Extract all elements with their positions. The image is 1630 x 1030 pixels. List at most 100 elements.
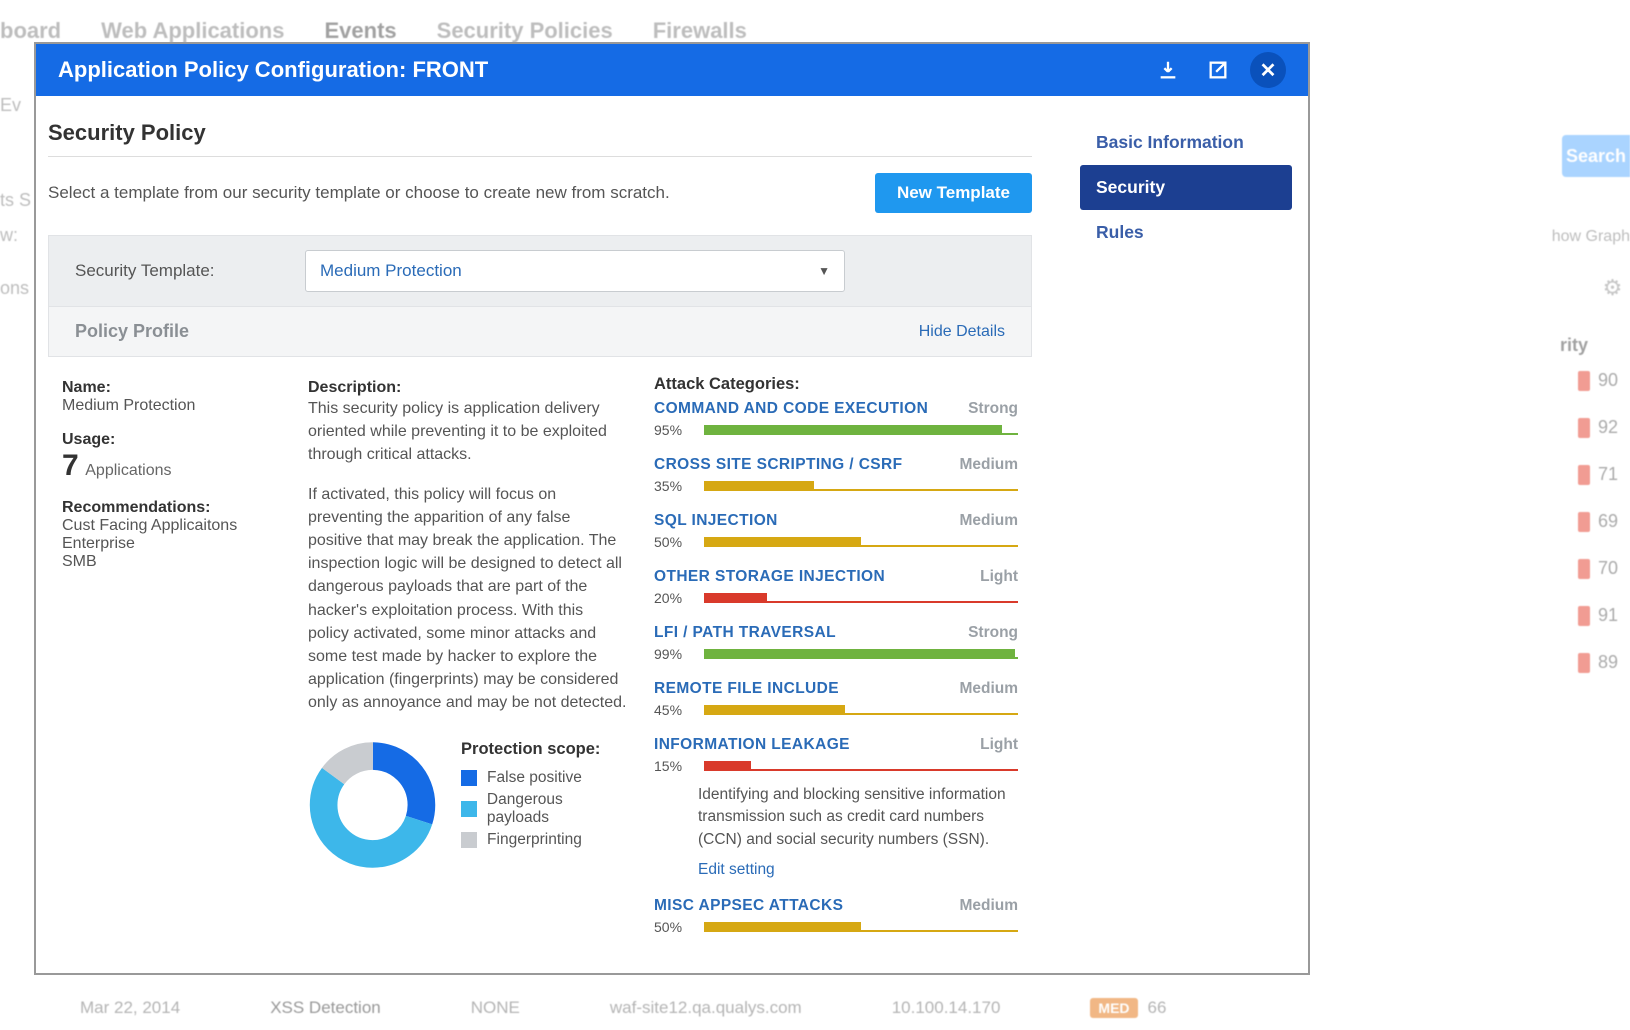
download-icon[interactable] bbox=[1150, 52, 1186, 88]
bg-severity-row: 90 bbox=[1530, 370, 1630, 391]
modal-side-nav: Basic InformationSecurityRules bbox=[1072, 96, 1308, 973]
bg-sev-value: 69 bbox=[1598, 511, 1618, 532]
sidenav-item-security[interactable]: Security bbox=[1080, 165, 1292, 210]
bg-tab: board bbox=[0, 18, 61, 44]
legend-swatch bbox=[461, 770, 477, 786]
attack-category-pct: 45% bbox=[654, 702, 692, 718]
bg-date: Mar 22, 2014 bbox=[80, 998, 180, 1018]
edit-setting-link[interactable]: Edit setting bbox=[698, 861, 1018, 879]
bg-severity-rows: 90927169709189 bbox=[1530, 370, 1630, 673]
new-template-button[interactable]: New Template bbox=[875, 173, 1032, 213]
description-paragraph: This security policy is application deli… bbox=[308, 397, 628, 467]
bg-severity-row: 70 bbox=[1530, 558, 1630, 579]
attack-category-name[interactable]: INFORMATION LEAKAGE bbox=[654, 736, 850, 754]
security-template-select[interactable]: Medium Protection ▼ bbox=[305, 250, 845, 292]
usage-count: 7 bbox=[62, 449, 79, 483]
popout-icon[interactable] bbox=[1200, 52, 1236, 88]
recommendation-item: Cust Facing Applicaitons bbox=[62, 517, 282, 535]
attack-category: REMOTE FILE INCLUDE Medium 45% bbox=[654, 680, 1018, 718]
bg-sev-badge-icon bbox=[1578, 559, 1590, 579]
bg-sev-badge-icon bbox=[1578, 465, 1590, 485]
description-label: Description: bbox=[308, 379, 628, 397]
attack-category-pct: 20% bbox=[654, 590, 692, 606]
attack-categories-label: Attack Categories: bbox=[654, 375, 1018, 394]
attack-category-level: Strong bbox=[968, 400, 1018, 418]
bg-text: w: bbox=[0, 225, 18, 246]
bg-column-header: rity bbox=[1560, 335, 1630, 356]
bg-severity-row: 69 bbox=[1530, 511, 1630, 532]
policy-profile-body: Name: Medium Protection Usage: 7 Applica… bbox=[48, 357, 1032, 953]
bg-event: XSS Detection bbox=[270, 998, 381, 1018]
attack-category-level: Strong bbox=[968, 624, 1018, 642]
attack-category-name[interactable]: CROSS SITE SCRIPTING / CSRF bbox=[654, 456, 903, 474]
bg-sev-badge: MED bbox=[1090, 998, 1137, 1018]
attack-category-bar bbox=[704, 922, 1018, 932]
legend-item: False positive bbox=[461, 769, 628, 787]
bg-sev-badge-icon bbox=[1578, 371, 1590, 391]
attack-category-name[interactable]: SQL INJECTION bbox=[654, 512, 778, 530]
donut-slice bbox=[324, 757, 422, 855]
attack-category-name[interactable]: OTHER STORAGE INJECTION bbox=[654, 568, 885, 586]
name-label: Name: bbox=[62, 379, 282, 397]
attack-category-pct: 95% bbox=[654, 422, 692, 438]
legend-item: Dangerous payloads bbox=[461, 791, 628, 827]
sidenav-item-rules[interactable]: Rules bbox=[1080, 210, 1292, 255]
bg-severity-row: 71 bbox=[1530, 464, 1630, 485]
modal-title: Application Policy Configuration: FRONT bbox=[58, 57, 1136, 83]
attack-category-level: Medium bbox=[959, 680, 1018, 698]
recommendation-item: SMB bbox=[62, 553, 282, 571]
bg-sev-badge-icon bbox=[1578, 512, 1590, 532]
attack-category-pct: 50% bbox=[654, 919, 692, 935]
attack-category-pct: 50% bbox=[654, 534, 692, 550]
close-icon[interactable]: ✕ bbox=[1250, 52, 1286, 88]
legend-label: False positive bbox=[487, 769, 582, 787]
modal-main-content: Security Policy Select a template from o… bbox=[36, 96, 1072, 973]
bg-text: Ev bbox=[0, 95, 21, 116]
legend-item: Fingerprinting bbox=[461, 831, 628, 849]
policy-profile-header: Policy Profile Hide Details bbox=[48, 307, 1032, 357]
attack-category-name[interactable]: MISC APPSEC ATTACKS bbox=[654, 897, 843, 915]
attack-category-bar bbox=[704, 705, 1018, 715]
attack-category-pct: 99% bbox=[654, 646, 692, 662]
bg-text: ons bbox=[0, 278, 29, 299]
intro-text: Select a template from our security temp… bbox=[48, 183, 875, 203]
attack-category-name[interactable]: LFI / PATH TRAVERSAL bbox=[654, 624, 836, 642]
bg-text: ts S bbox=[0, 190, 31, 211]
bg-site: waf-site12.qa.qualys.com bbox=[610, 998, 802, 1018]
attack-category-level: Medium bbox=[959, 456, 1018, 474]
hide-details-link[interactable]: Hide Details bbox=[919, 323, 1005, 341]
attack-category: OTHER STORAGE INJECTIONLight20% bbox=[654, 568, 1018, 606]
recommendations-label: Recommendations: bbox=[62, 499, 282, 517]
bg-tab: Firewalls bbox=[653, 18, 747, 44]
bg-tab: Web Applications bbox=[101, 18, 284, 44]
bg-sev-badge-icon bbox=[1578, 606, 1590, 626]
attack-category-name[interactable]: COMMAND AND CODE EXECUTION bbox=[654, 400, 928, 418]
attack-category: CROSS SITE SCRIPTING / CSRF Medium 35% bbox=[654, 456, 1018, 494]
attack-category-level: Medium bbox=[959, 897, 1018, 915]
bg-sev-val: 66 bbox=[1148, 998, 1167, 1018]
attack-category-bar bbox=[704, 425, 1018, 435]
bg-nav-tabs: board Web Applications Events Security P… bbox=[0, 18, 747, 44]
modal-header: Application Policy Configuration: FRONT … bbox=[36, 44, 1308, 96]
bg-bottom-row: Mar 22, 2014 XSS Detection NONE waf-site… bbox=[80, 998, 1630, 1018]
bg-sev-value: 90 bbox=[1598, 370, 1618, 391]
attack-category-bar bbox=[704, 481, 1018, 491]
bg-severity-row: 92 bbox=[1530, 417, 1630, 438]
gear-icon: ⚙ bbox=[1595, 275, 1630, 305]
sidenav-item-basic-information[interactable]: Basic Information bbox=[1080, 120, 1292, 165]
bg-text: how Graph bbox=[1552, 228, 1630, 246]
legend-label: Dangerous payloads bbox=[487, 791, 628, 827]
attack-category-bar bbox=[704, 761, 1018, 771]
bg-sev-value: 70 bbox=[1598, 558, 1618, 579]
bg-sev-value: 89 bbox=[1598, 652, 1618, 673]
attack-category: COMMAND AND CODE EXECUTION Strong 95% bbox=[654, 400, 1018, 438]
recommendation-item: Enterprise bbox=[62, 535, 282, 553]
attack-category: SQL INJECTIONMedium50% bbox=[654, 512, 1018, 550]
attack-category-name[interactable]: REMOTE FILE INCLUDE bbox=[654, 680, 839, 698]
bg-tab: Security Policies bbox=[437, 18, 613, 44]
attack-category-detail: Identifying and blocking sensitive infor… bbox=[698, 784, 1018, 851]
attack-category-pct: 35% bbox=[654, 478, 692, 494]
modal-dialog: Application Policy Configuration: FRONT … bbox=[34, 42, 1310, 975]
template-label: Security Template: bbox=[75, 261, 265, 281]
policy-profile-title: Policy Profile bbox=[75, 321, 189, 342]
